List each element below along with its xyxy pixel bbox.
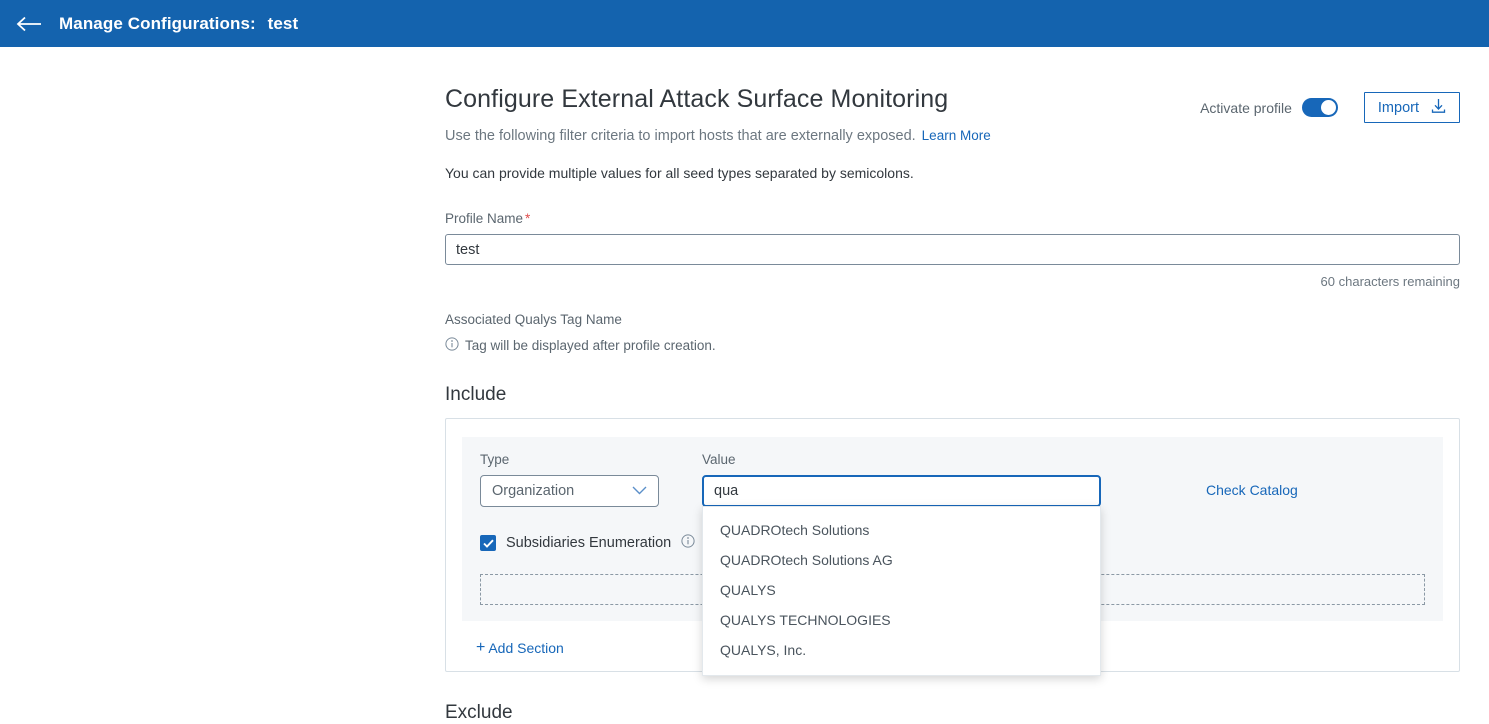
suggestion-item[interactable]: QUALYS, Inc. (703, 635, 1100, 665)
seed-types-note: You can provide multiple values for all … (445, 165, 914, 181)
title-row: Configure External Attack Surface Monito… (445, 47, 1460, 146)
check-catalog-link[interactable]: Check Catalog (1206, 482, 1298, 498)
profile-name-label: Profile Name * (445, 211, 1460, 226)
activate-profile-label: Activate profile (1200, 99, 1292, 116)
type-label: Type (480, 452, 510, 467)
import-button-label: Import (1377, 99, 1419, 116)
associated-tag-hint-text: Tag will be displayed after profile crea… (465, 338, 716, 353)
add-section-button[interactable]: + Add Section (476, 639, 564, 657)
learn-more-link[interactable]: Learn More (922, 128, 991, 143)
subsidiaries-info-icon[interactable] (681, 534, 695, 552)
profile-name-label-text: Profile Name (445, 211, 524, 226)
type-select-value: Organization (492, 483, 575, 499)
page-title: Configure External Attack Surface Monito… (445, 85, 949, 113)
type-select[interactable]: Organization (480, 475, 659, 507)
associated-tag-label: Associated Qualys Tag Name (445, 312, 622, 327)
include-filter-row: Type Organization Value qua QUADROtech S… (480, 452, 1425, 676)
activate-profile-toggle[interactable] (1301, 98, 1338, 117)
header-controls: Activate profile Import (1200, 84, 1460, 123)
add-section-label: Add Section (488, 640, 564, 656)
include-panel: Type Organization Value qua QUADROtech S… (462, 437, 1443, 676)
suggestion-item[interactable]: QUADROtech Solutions (703, 515, 1100, 545)
import-button[interactable]: Import (1363, 92, 1460, 123)
page-subtitle: Use the following filter criteria to imp… (445, 126, 991, 146)
value-label: Value (702, 452, 736, 467)
suggestion-item[interactable]: QUALYS TECHNOLOGIES (703, 605, 1100, 635)
value-input[interactable] (702, 475, 1101, 507)
title-block: Configure External Attack Surface Monito… (445, 84, 991, 146)
include-card: Type Organization Value qua QUADROtech S… (445, 418, 1460, 676)
info-circle-icon (445, 337, 459, 354)
subsidiaries-enumeration-checkbox[interactable] (480, 535, 496, 551)
required-asterisk: * (525, 211, 531, 226)
chevron-down-icon (632, 483, 647, 499)
associated-tag-hint: Tag will be displayed after profile crea… (445, 337, 1460, 354)
exclude-heading: Exclude (445, 702, 513, 723)
suggestion-item[interactable]: QUALYS (703, 575, 1100, 605)
content-column: Configure External Attack Surface Monito… (445, 47, 1460, 724)
page-breadcrumb-title: Manage Configurations: test (59, 14, 298, 34)
characters-remaining-counter: 60 characters remaining (1320, 274, 1460, 289)
app-header-bar: Manage Configurations: test (0, 0, 1489, 47)
profile-name-input[interactable] (445, 234, 1460, 265)
value-suggestions-dropdown: QUADROtech Solutions QUADROtech Solution… (702, 506, 1101, 676)
breadcrumb-profile-name: test (267, 13, 299, 33)
include-heading: Include (445, 384, 507, 405)
type-column: Type Organization (480, 452, 680, 507)
suggestion-item[interactable]: QUADROtech Solutions AG (703, 545, 1100, 575)
download-icon (1431, 98, 1446, 118)
check-catalog-column: Check Catalog (1206, 452, 1298, 498)
breadcrumb-label: Manage Configurations: (59, 13, 256, 33)
subtitle-text: Use the following filter criteria to imp… (445, 128, 916, 144)
toggle-knob (1320, 100, 1336, 115)
subsidiaries-enumeration-label: Subsidiaries Enumeration (506, 535, 672, 551)
plus-icon: + (476, 639, 486, 656)
back-arrow-icon[interactable] (14, 14, 44, 34)
value-column: Value QUADROtech Solutions QUADROtech So… (702, 452, 1102, 676)
